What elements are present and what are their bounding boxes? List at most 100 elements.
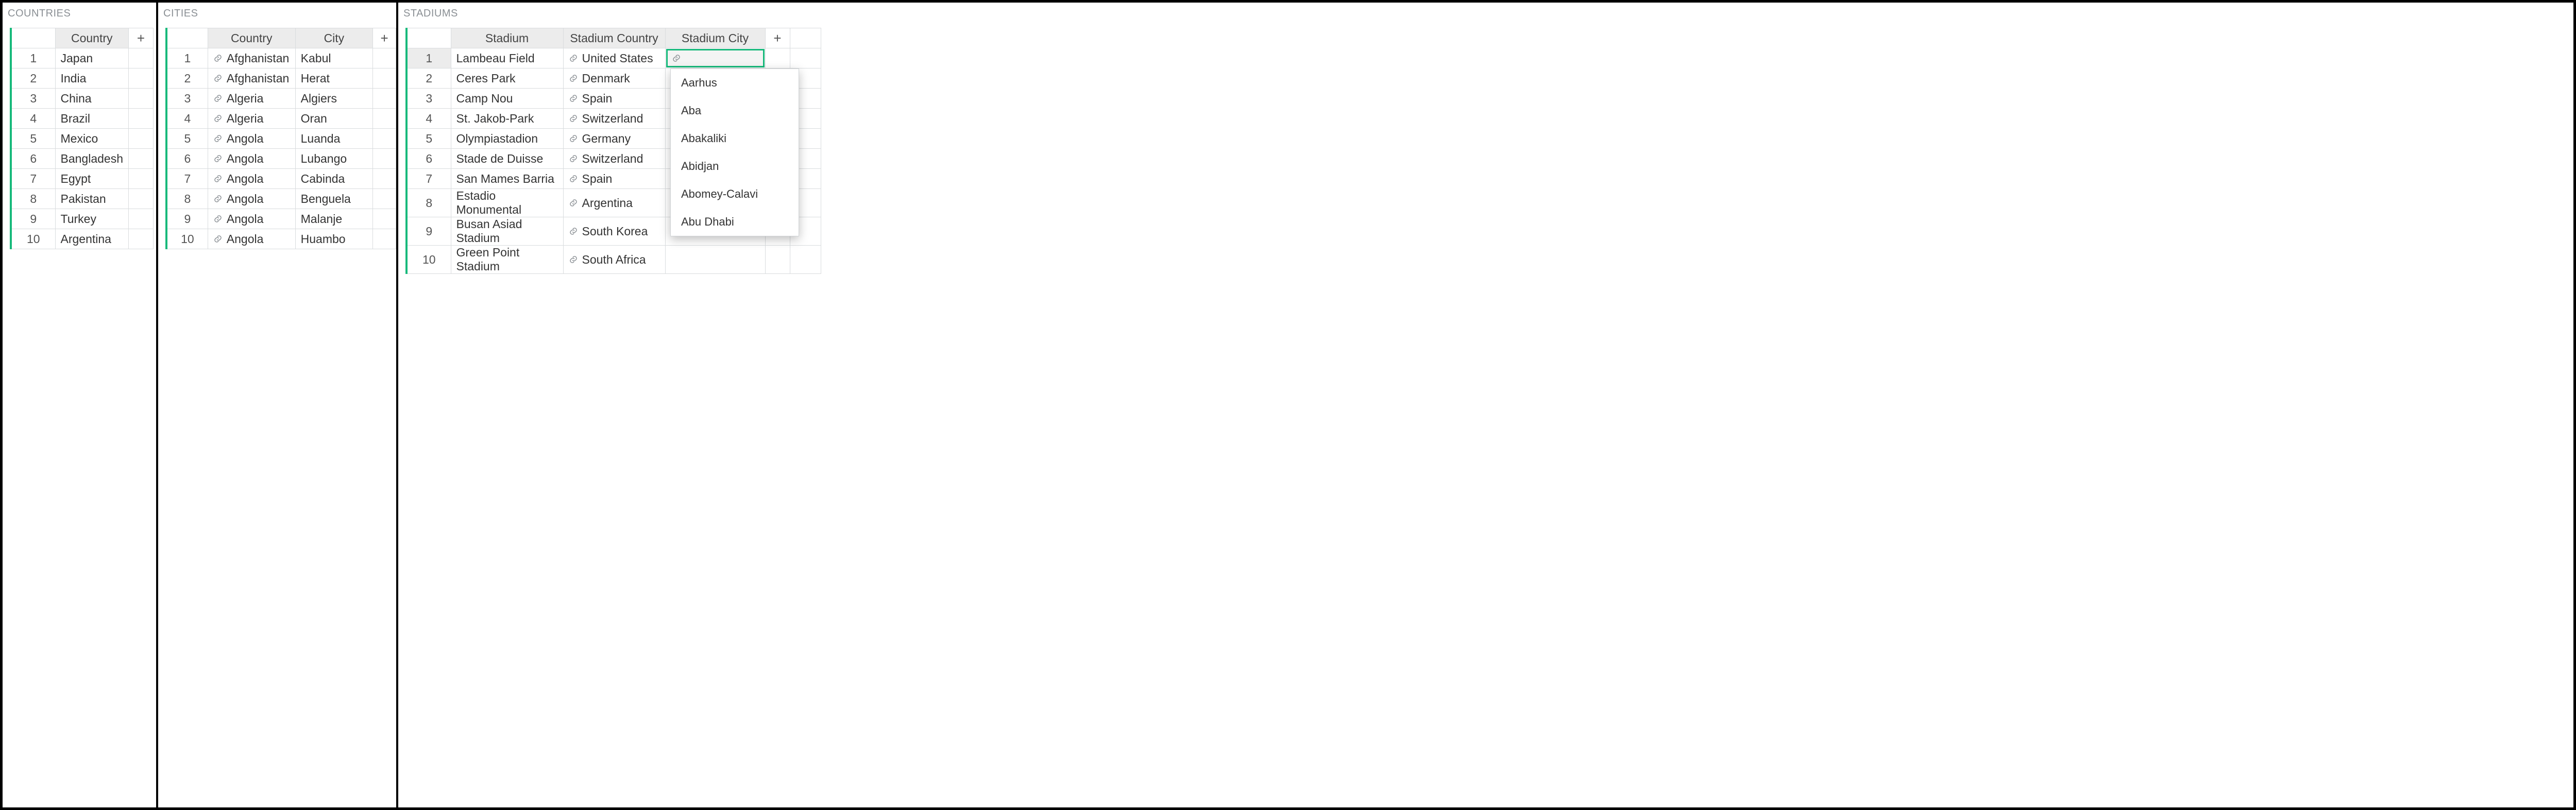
- cell-country[interactable]: Pakistan: [55, 189, 129, 209]
- grid-cities[interactable]: Country City + 1AfghanistanKabul2Afghani…: [165, 28, 396, 249]
- row-number[interactable]: 3: [166, 89, 208, 109]
- row-number[interactable]: 8: [166, 189, 208, 209]
- table-row[interactable]: 10AngolaHuambo: [166, 229, 396, 249]
- dropdown-item[interactable]: Aarhus: [671, 69, 799, 97]
- cell-edit-frame[interactable]: [666, 49, 765, 67]
- cell-country[interactable]: Brazil: [55, 109, 129, 129]
- cell-stadium-country-link[interactable]: Germany: [563, 129, 665, 149]
- row-number[interactable]: 7: [406, 169, 451, 189]
- cell-stadium-country-link[interactable]: South Korea: [563, 217, 665, 246]
- row-number[interactable]: 10: [11, 229, 55, 249]
- row-number[interactable]: 5: [11, 129, 55, 149]
- cell-stadium-country-link[interactable]: Switzerland: [563, 109, 665, 129]
- table-row[interactable]: 7Egypt: [11, 169, 154, 189]
- row-number[interactable]: 7: [11, 169, 55, 189]
- cell-country-link[interactable]: Afghanistan: [208, 48, 295, 68]
- cell-stadium-country-link[interactable]: Spain: [563, 169, 665, 189]
- table-row[interactable]: 2India: [11, 68, 154, 89]
- table-row[interactable]: 5Mexico: [11, 129, 154, 149]
- row-number[interactable]: 7: [166, 169, 208, 189]
- cell-city[interactable]: Oran: [295, 109, 372, 129]
- table-row[interactable]: 7AngolaCabinda: [166, 169, 396, 189]
- table-row[interactable]: 8AngolaBenguela: [166, 189, 396, 209]
- row-number[interactable]: 3: [11, 89, 55, 109]
- cell-stadium[interactable]: Ceres Park: [451, 68, 563, 89]
- row-number[interactable]: 5: [406, 129, 451, 149]
- column-header-stadium-city[interactable]: Stadium City: [665, 28, 765, 48]
- row-number[interactable]: 3: [406, 89, 451, 109]
- cell-stadium[interactable]: San Mames Barria: [451, 169, 563, 189]
- table-row[interactable]: 1Lambeau FieldUnited States: [406, 48, 821, 68]
- row-number[interactable]: 10: [166, 229, 208, 249]
- dropdown-list[interactable]: AarhusAbaAbakalikiAbidjanAbomey-CalaviAb…: [671, 69, 799, 236]
- column-header-stadium[interactable]: Stadium: [451, 28, 563, 48]
- cell-city[interactable]: Malanje: [295, 209, 372, 229]
- cell-city[interactable]: Cabinda: [295, 169, 372, 189]
- cell-country-link[interactable]: Angola: [208, 189, 295, 209]
- cell-stadium[interactable]: Olympiastadion: [451, 129, 563, 149]
- cell-city[interactable]: Algiers: [295, 89, 372, 109]
- cell-stadium-country-link[interactable]: United States: [563, 48, 665, 68]
- row-number[interactable]: 8: [406, 189, 451, 217]
- cell-country[interactable]: China: [55, 89, 129, 109]
- table-row[interactable]: 4Brazil: [11, 109, 154, 129]
- row-number[interactable]: 9: [406, 217, 451, 246]
- cell-country-link[interactable]: Angola: [208, 129, 295, 149]
- row-number[interactable]: 1: [166, 48, 208, 68]
- table-row[interactable]: 4AlgeriaOran: [166, 109, 396, 129]
- table-row[interactable]: 9Turkey: [11, 209, 154, 229]
- add-column-button[interactable]: +: [129, 28, 154, 48]
- cell-stadium-city-editing[interactable]: [665, 48, 765, 68]
- dropdown-item[interactable]: Abu Dhabi: [671, 208, 799, 236]
- row-number[interactable]: 6: [166, 149, 208, 169]
- cell-stadium[interactable]: St. Jakob-Park: [451, 109, 563, 129]
- table-row[interactable]: 1Japan: [11, 48, 154, 68]
- row-number[interactable]: 1: [11, 48, 55, 68]
- table-row[interactable]: 6AngolaLubango: [166, 149, 396, 169]
- dropdown-item[interactable]: Abakaliki: [671, 125, 799, 152]
- table-row[interactable]: 2AfghanistanHerat: [166, 68, 396, 89]
- row-number[interactable]: 4: [11, 109, 55, 129]
- row-number[interactable]: 10: [406, 246, 451, 274]
- cell-city[interactable]: Kabul: [295, 48, 372, 68]
- dropdown-item[interactable]: Abomey-Calavi: [671, 180, 799, 208]
- cell-city[interactable]: Herat: [295, 68, 372, 89]
- cell-country[interactable]: Turkey: [55, 209, 129, 229]
- table-row[interactable]: 3China: [11, 89, 154, 109]
- row-number[interactable]: 5: [166, 129, 208, 149]
- cell-country[interactable]: Bangladesh: [55, 149, 129, 169]
- column-header-stadium-country[interactable]: Stadium Country: [563, 28, 665, 48]
- cell-stadium-country-link[interactable]: Denmark: [563, 68, 665, 89]
- cell-city[interactable]: Lubango: [295, 149, 372, 169]
- table-row[interactable]: 3AlgeriaAlgiers: [166, 89, 396, 109]
- cell-stadium[interactable]: Green Point Stadium: [451, 246, 563, 274]
- row-number[interactable]: 6: [406, 149, 451, 169]
- cell-stadium-country-link[interactable]: Argentina: [563, 189, 665, 217]
- cell-city[interactable]: Benguela: [295, 189, 372, 209]
- column-header-country[interactable]: Country: [208, 28, 295, 48]
- cell-country-link[interactable]: Afghanistan: [208, 68, 295, 89]
- row-number[interactable]: 9: [11, 209, 55, 229]
- cell-country-link[interactable]: Angola: [208, 229, 295, 249]
- grid-countries[interactable]: Country + 1Japan2India3China4Brazil5Mexi…: [10, 28, 154, 249]
- row-number[interactable]: 9: [166, 209, 208, 229]
- table-row[interactable]: 10Green Point StadiumSouth Africa: [406, 246, 821, 274]
- cell-country-link[interactable]: Angola: [208, 149, 295, 169]
- cell-country-link[interactable]: Angola: [208, 169, 295, 189]
- row-number[interactable]: 2: [11, 68, 55, 89]
- row-number[interactable]: 8: [11, 189, 55, 209]
- cell-stadium-country-link[interactable]: Spain: [563, 89, 665, 109]
- table-row[interactable]: 5AngolaLuanda: [166, 129, 396, 149]
- table-row[interactable]: 6Bangladesh: [11, 149, 154, 169]
- row-number[interactable]: 1: [406, 48, 451, 68]
- cell-stadium[interactable]: Busan Asiad Stadium: [451, 217, 563, 246]
- cell-country-link[interactable]: Algeria: [208, 109, 295, 129]
- dropdown-item[interactable]: Abidjan: [671, 152, 799, 180]
- cell-country[interactable]: Japan: [55, 48, 129, 68]
- cell-stadium-country-link[interactable]: South Africa: [563, 246, 665, 274]
- stadium-city-dropdown[interactable]: AarhusAbaAbakalikiAbidjanAbomey-CalaviAb…: [670, 68, 799, 236]
- table-row[interactable]: 9AngolaMalanje: [166, 209, 396, 229]
- table-row[interactable]: 1AfghanistanKabul: [166, 48, 396, 68]
- cell-country[interactable]: India: [55, 68, 129, 89]
- column-header-country[interactable]: Country: [55, 28, 129, 48]
